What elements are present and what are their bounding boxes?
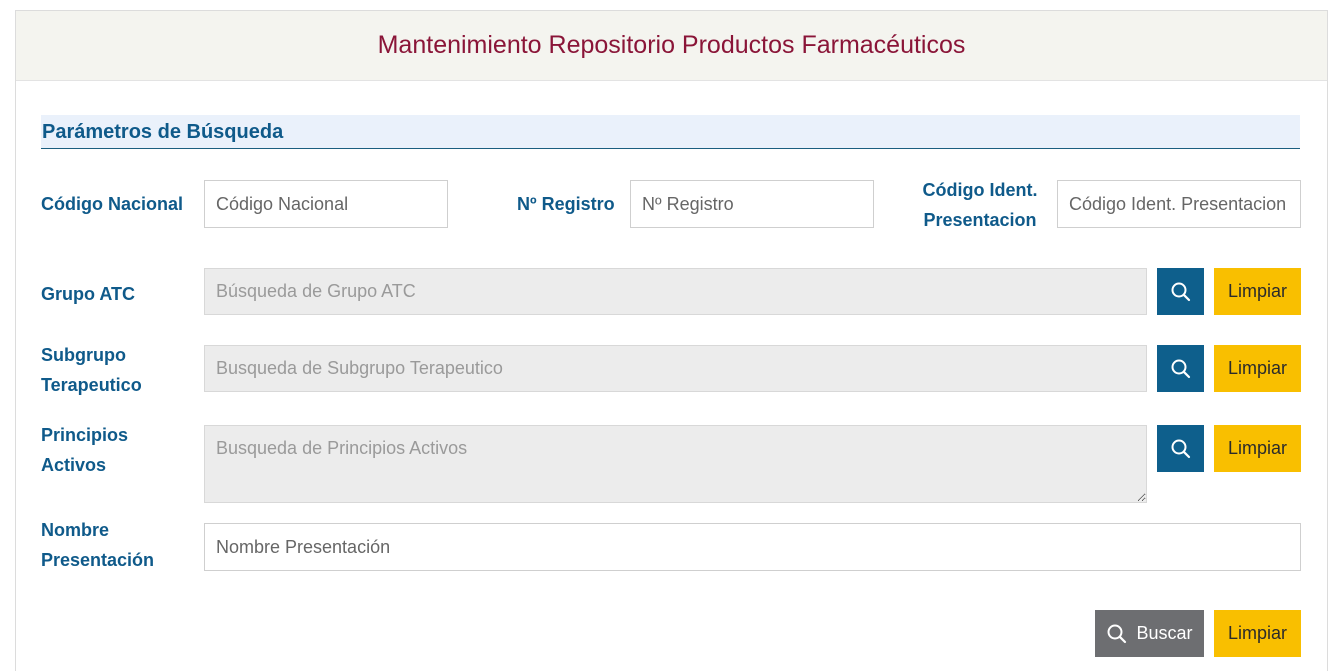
page-title: Mantenimiento Repositorio Productos Farm… (377, 31, 966, 59)
codigo-ident-input[interactable] (1057, 180, 1301, 228)
nombre-presentacion-input[interactable] (204, 523, 1301, 571)
subgrupo-label-line2: Terapeutico (41, 375, 142, 395)
subgrupo-search-button[interactable] (1157, 345, 1204, 392)
subgrupo-input[interactable] (204, 345, 1147, 392)
codigo-ident-label-line2: Presentacion (923, 210, 1037, 230)
section-title: Parámetros de Búsqueda (41, 115, 1300, 149)
codigo-nacional-input[interactable] (204, 180, 448, 228)
principios-search-button[interactable] (1157, 425, 1204, 472)
panel-header: Mantenimiento Repositorio Productos Farm… (16, 11, 1327, 81)
grupo-atc-input[interactable] (204, 268, 1147, 315)
nombre-label-line2: Presentación (41, 550, 155, 570)
buscar-button[interactable]: Buscar (1095, 610, 1204, 657)
principios-label-line1: Principios (41, 425, 129, 445)
subgrupo-label: Subgrupo Terapeutico (41, 340, 142, 400)
principios-label: Principios Activos (41, 420, 128, 480)
codigo-nacional-label: Código Nacional (41, 194, 184, 214)
n-registro-label: Nº Registro (517, 194, 615, 214)
subgrupo-label-line1: Subgrupo (41, 345, 126, 365)
nombre-label: Nombre Presentación (41, 515, 154, 575)
nombre-label-line1: Nombre (41, 520, 110, 540)
buscar-button-label: Buscar (1136, 623, 1193, 643)
principios-textarea[interactable] (204, 425, 1147, 503)
principios-label-line2: Activos (41, 455, 107, 475)
principios-clear-button[interactable]: Limpiar (1214, 425, 1301, 472)
search-icon (1170, 281, 1192, 303)
grupo-atc-search-button[interactable] (1157, 268, 1204, 315)
grupo-atc-label: Grupo ATC (41, 284, 135, 304)
codigo-ident-label: Código Ident. Presentacion (916, 175, 1044, 235)
search-icon (1170, 438, 1192, 460)
subgrupo-clear-button[interactable]: Limpiar (1214, 345, 1301, 392)
search-icon (1106, 623, 1128, 645)
grupo-atc-clear-button[interactable]: Limpiar (1214, 268, 1301, 315)
search-icon (1170, 358, 1192, 380)
limpiar-all-button[interactable]: Limpiar (1214, 610, 1301, 657)
n-registro-input[interactable] (630, 180, 874, 228)
search-panel: Mantenimiento Repositorio Productos Farm… (15, 10, 1328, 671)
codigo-ident-label-line1: Código Ident. (922, 180, 1038, 200)
